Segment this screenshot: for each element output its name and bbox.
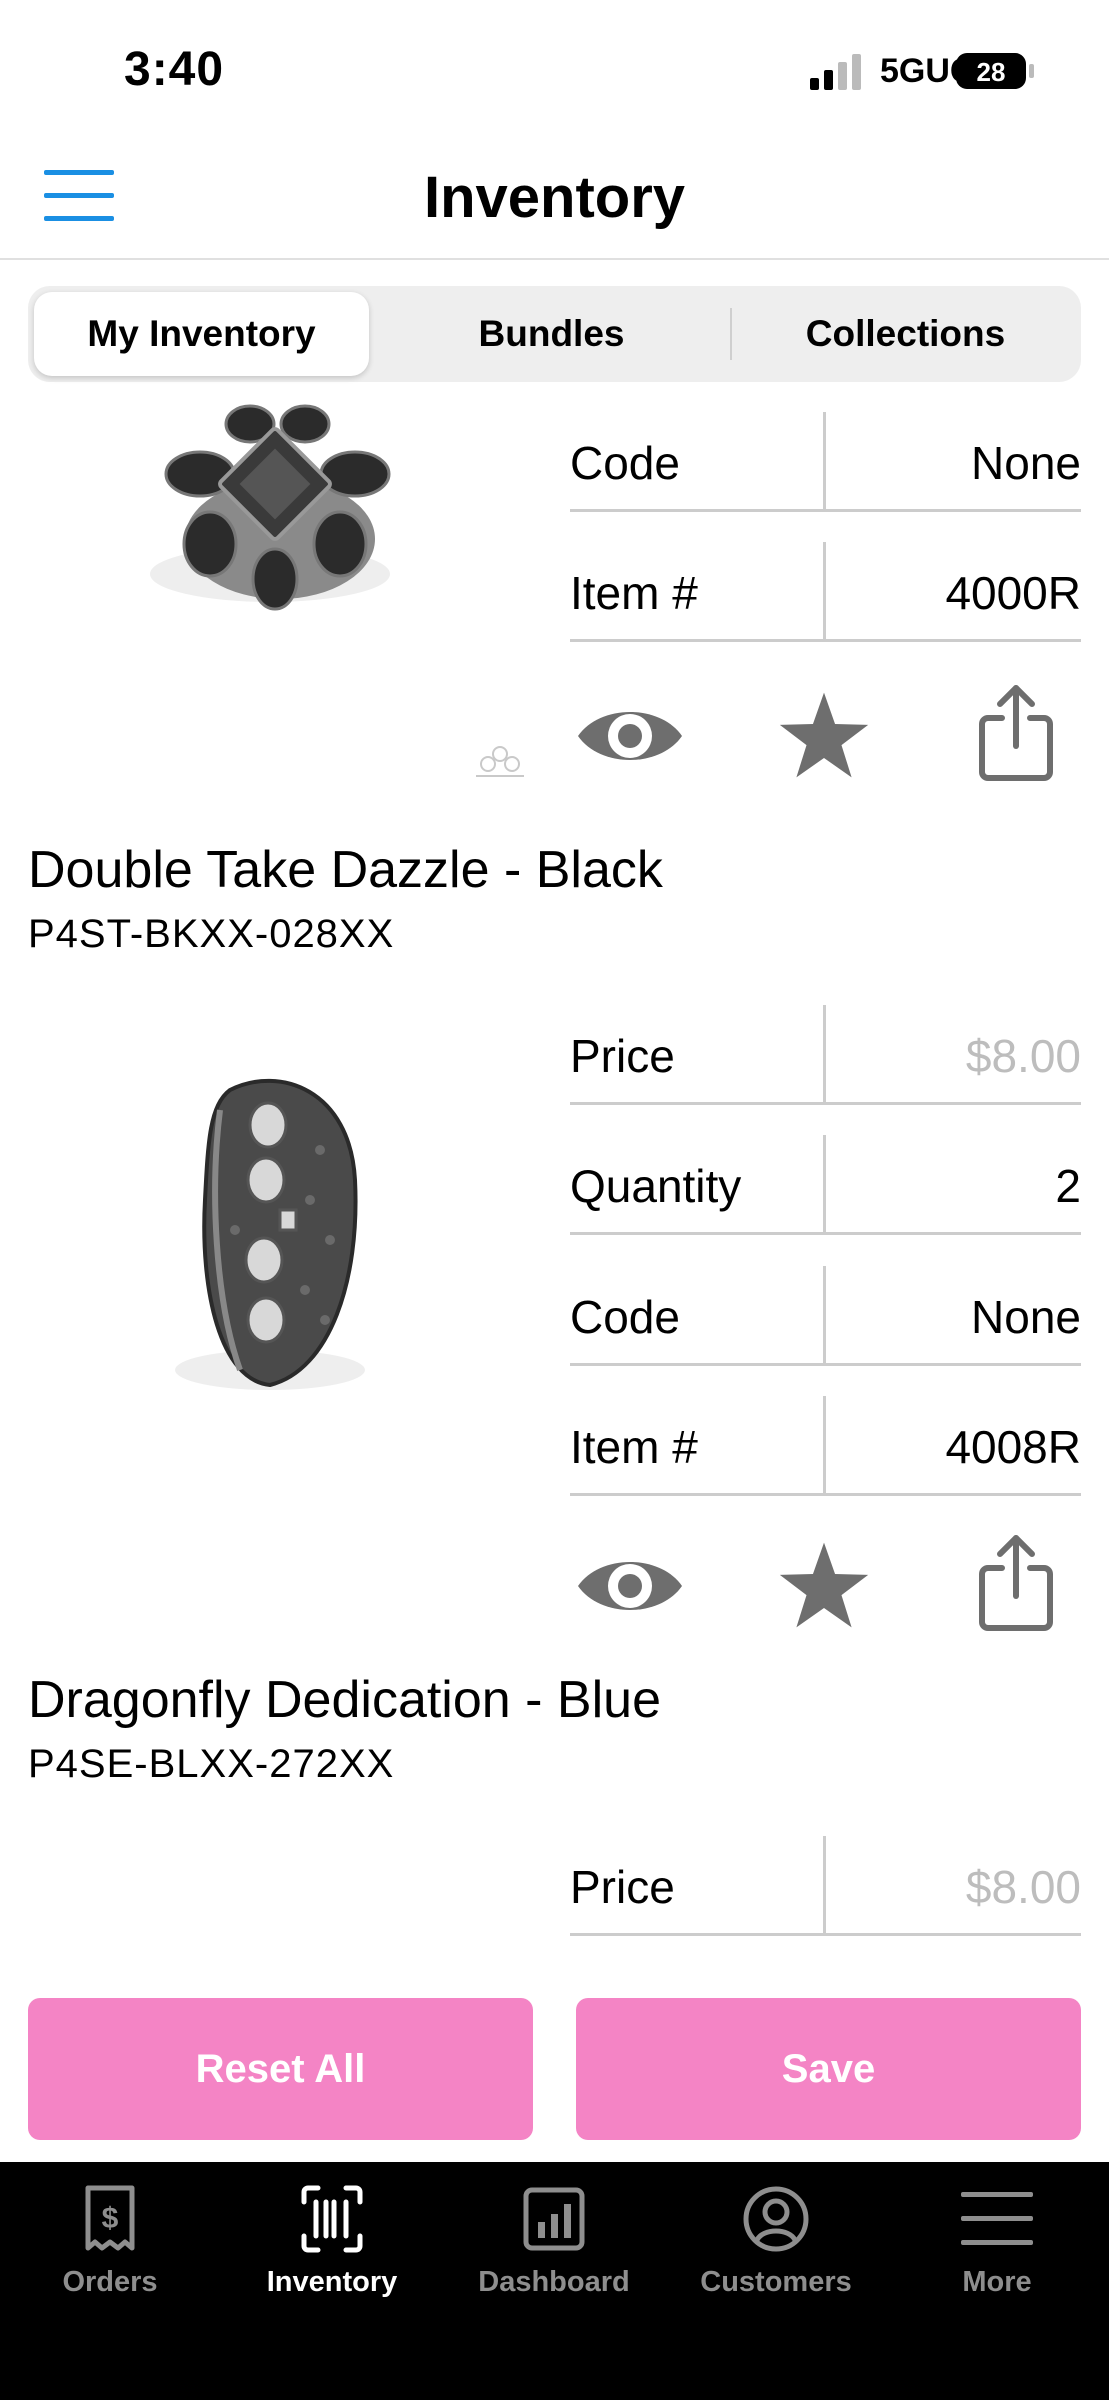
reset-all-button[interactable]: Reset All [28,1998,533,2140]
brand-logo-icon [476,746,524,777]
tab-customers[interactable]: Customers [676,2184,876,2324]
signal-icon [810,54,861,90]
detail-label: Price [570,1861,675,1913]
detail-label: Item # [570,567,698,619]
row-divider [823,542,826,642]
quantity-input[interactable]: 2 [1055,1159,1081,1213]
detail-row-price: Price $8.00 [570,1836,1081,1936]
eye-icon[interactable] [574,700,686,772]
tab-my-inventory[interactable]: My Inventory [34,292,369,376]
inventory-segmented-control: My Inventory Bundles Collections [28,286,1081,382]
detail-row-item-number: Item # 4008R [570,1396,1081,1496]
tab-label: Dashboard [478,2266,630,2298]
detail-row-price: Price $8.00 [570,1005,1081,1105]
eye-icon[interactable] [574,1550,686,1622]
share-icon[interactable] [976,1532,1056,1632]
row-divider [823,1266,826,1366]
inventory-item: Double Take Dazzle - Black P4ST-BKXX-028… [0,820,1109,1670]
tab-orders[interactable]: $ Orders [10,2184,210,2324]
star-icon[interactable] [778,690,870,780]
battery-icon: 28 [956,53,1034,89]
more-lines-icon [961,2192,1033,2245]
item-sku: P4ST-BKXX-028XX [28,912,395,956]
detail-label: Item # [570,1421,698,1473]
save-button[interactable]: Save [576,1998,1081,2140]
detail-row-item-number: Item # 4000R [570,542,1081,642]
tab-label: Inventory [266,2266,398,2298]
share-icon[interactable] [976,682,1056,782]
inventory-item: Dragonfly Dedication - Blue P4SE-BLXX-27… [0,1670,1109,1972]
receipt-dollar-icon: $ [85,2185,135,2251]
tab-dashboard[interactable]: Dashboard [454,2184,654,2324]
detail-value[interactable]: 4008R [945,1420,1081,1474]
detail-value[interactable]: None [971,436,1081,490]
svg-text:$: $ [102,2202,119,2235]
detail-label: Code [570,1291,680,1343]
detail-row-code: Code None [570,1266,1081,1366]
tab-bundles[interactable]: Bundles [379,292,724,376]
status-time: 3:40 [124,43,225,96]
item-title: Dragonfly Dedication - Blue [28,1671,661,1729]
product-image [175,1078,365,1390]
battery-level: 28 [977,57,1006,87]
product-image [150,404,391,611]
detail-label: Quantity [570,1160,742,1212]
navigation-bar: Inventory [0,140,1109,260]
star-icon[interactable] [778,1540,870,1630]
person-circle-icon [743,2186,809,2252]
detail-row-quantity: Quantity 2 [570,1135,1081,1235]
row-divider [823,412,826,512]
price-input[interactable]: $8.00 [966,1029,1081,1083]
tab-label: Orders [62,2266,158,2298]
inventory-list[interactable]: Code None Item # 4000R Double Take Dazzl… [0,400,1109,1972]
row-divider [823,1135,826,1235]
row-divider [823,1836,826,1936]
row-divider [823,1005,826,1105]
tab-label: More [962,2266,1032,2298]
item-sku: P4SE-BLXX-272XX [28,1742,395,1786]
tab-collections[interactable]: Collections [736,292,1075,376]
tab-bar: $ Orders Inventory Dashboard Customers M… [0,2162,1109,2400]
bar-chart-icon [523,2187,585,2251]
barcode-icon [301,2185,363,2253]
row-divider [823,1396,826,1496]
detail-row-code: Code None [570,412,1081,512]
page-title: Inventory [423,165,686,230]
price-input[interactable]: $8.00 [966,1860,1081,1914]
inventory-item: Code None Item # 4000R [0,400,1109,820]
detail-value[interactable]: None [971,1290,1081,1344]
tab-more[interactable]: More [897,2184,1097,2324]
item-title: Double Take Dazzle - Black [28,841,663,899]
tab-label: Customers [700,2266,852,2298]
detail-label: Price [570,1030,675,1082]
detail-label: Code [570,437,680,489]
segment-divider [730,308,732,360]
detail-value[interactable]: 4000R [945,566,1081,620]
tab-inventory[interactable]: Inventory [232,2184,432,2324]
status-bar: 3:40 5GUC 28 [0,0,1109,140]
